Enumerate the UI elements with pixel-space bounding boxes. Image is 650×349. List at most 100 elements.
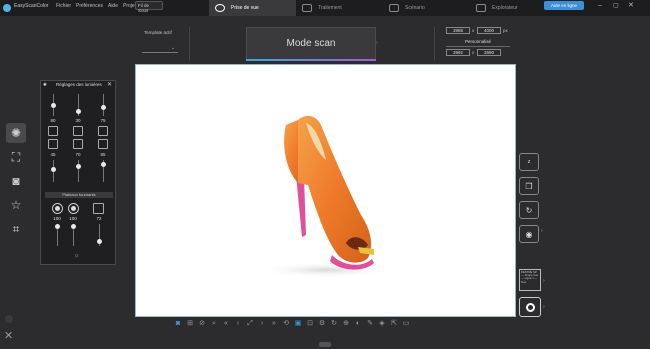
online-help-button[interactable]: Aide en ligne bbox=[544, 1, 584, 10]
rotate-icon: ↻ bbox=[525, 205, 533, 215]
refresh-icon[interactable]: ↻ bbox=[328, 319, 340, 329]
light-button[interactable] bbox=[98, 139, 108, 149]
menu-bar: Fichier Préférences Aide Projets bbox=[56, 3, 139, 9]
menu-item-aide[interactable]: Aide bbox=[108, 3, 118, 9]
zoom-area-icon[interactable]: ⊡ bbox=[304, 319, 316, 329]
crop-tool-icon: ⌗ bbox=[12, 222, 20, 236]
forbidden-icon[interactable]: ⊘ bbox=[196, 319, 208, 329]
slider-thumb[interactable] bbox=[76, 109, 81, 114]
maximize-icon[interactable]: ▢ bbox=[613, 2, 619, 10]
tab-label: Prise de vue bbox=[231, 5, 259, 11]
tab-traitement[interactable]: Traitement bbox=[296, 0, 383, 16]
close-icon[interactable]: ✕ bbox=[107, 81, 112, 88]
turntable-button-2[interactable] bbox=[68, 203, 79, 214]
settings-icon[interactable]: ⚙ bbox=[316, 319, 328, 329]
chevron-right-icon[interactable]: › bbox=[541, 228, 543, 234]
panel-handle[interactable] bbox=[319, 342, 331, 347]
project-select[interactable]: Fil de Sous bbox=[135, 1, 163, 13]
width-input[interactable]: 3988 bbox=[446, 27, 470, 34]
expand-icon[interactable]: ⇱ bbox=[388, 319, 400, 329]
rotate-left-icon[interactable]: ⟲ bbox=[280, 319, 292, 329]
star-icon: ☆ bbox=[10, 198, 22, 212]
capture-mode-button[interactable]: ◉ bbox=[519, 225, 539, 243]
light-button[interactable] bbox=[48, 126, 58, 136]
brush-icon[interactable]: ✎ bbox=[364, 319, 376, 329]
slider-value: 45 bbox=[50, 152, 56, 157]
frame-icon[interactable]: ▣ bbox=[292, 319, 304, 329]
grid-icon[interactable]: ⊞ bbox=[184, 319, 196, 329]
mode-scan-button[interactable]: Mode scan bbox=[246, 27, 376, 60]
menu-item-fichier[interactable]: Fichier bbox=[56, 3, 71, 9]
shoe-image bbox=[256, 115, 396, 278]
label-preview[interactable]: DESTRE SP — Scope Vue — Ligne 1 — Text bbox=[519, 269, 541, 291]
height-input[interactable]: 4000 bbox=[477, 27, 501, 34]
turntable-button-3[interactable] bbox=[93, 203, 104, 214]
width2-input[interactable]: 3992 bbox=[446, 49, 470, 56]
slider-thumb[interactable] bbox=[101, 105, 106, 110]
height2-input[interactable]: 3990 bbox=[477, 49, 501, 56]
chevron-right-icon[interactable]: › bbox=[543, 278, 545, 284]
target-icon[interactable]: ⊕ bbox=[340, 319, 352, 329]
panel-title: Réglages des lumières bbox=[56, 82, 102, 87]
template-label: Template actif bbox=[144, 30, 172, 35]
camera-icon[interactable]: ◙ bbox=[172, 319, 184, 329]
shutter-icon bbox=[525, 302, 535, 312]
first-icon[interactable]: « bbox=[220, 319, 232, 329]
light-button[interactable] bbox=[73, 126, 83, 136]
search-icon[interactable]: ⌕ bbox=[208, 319, 220, 329]
status-icon bbox=[5, 315, 13, 323]
color-icon[interactable]: ◈ bbox=[376, 319, 388, 329]
tab-label: Traitement bbox=[318, 5, 342, 11]
slider-thumb[interactable] bbox=[71, 224, 76, 229]
slider-thumb[interactable] bbox=[101, 162, 106, 167]
camera-icon: ◙ bbox=[12, 174, 20, 188]
sun-icon[interactable]: ☼ bbox=[74, 253, 80, 259]
dot-icon bbox=[71, 206, 76, 211]
light-button[interactable] bbox=[48, 139, 58, 149]
times-sign: x bbox=[472, 50, 475, 55]
template-select[interactable] bbox=[142, 52, 178, 53]
turntable-button-1[interactable] bbox=[52, 203, 63, 214]
slider-value: 75 bbox=[100, 118, 106, 123]
tab-scenario[interactable]: Scénario bbox=[383, 0, 470, 16]
minimize-icon[interactable]: – bbox=[598, 2, 602, 10]
preset-select[interactable]: Personnalisé bbox=[446, 38, 510, 47]
window-icon[interactable]: ▭ bbox=[400, 319, 412, 329]
explorer-icon bbox=[476, 4, 486, 12]
scenario-icon bbox=[389, 4, 399, 12]
zoom-button[interactable]: ᶻ bbox=[519, 153, 539, 171]
contrast-icon[interactable]: ◐ bbox=[352, 319, 364, 329]
bottom-toolbar: ◙ ⊞ ⊘ ⌕ « ‹ ⤢ › » ⟲ ▣ ⊡ ⚙ ↻ ⊕ ◐ ✎ ◈ ⇱ ▭ bbox=[172, 318, 472, 330]
tab-prise-de-vue[interactable]: Prise de vue bbox=[209, 0, 296, 16]
treatment-icon bbox=[302, 4, 312, 12]
dot-icon bbox=[55, 206, 60, 211]
chevron-right-icon[interactable]: › bbox=[543, 304, 545, 310]
light-settings-button[interactable]: ✺ bbox=[6, 123, 26, 143]
slider-thumb[interactable] bbox=[55, 224, 60, 229]
favorites-button[interactable]: ☆ bbox=[6, 195, 26, 215]
light-button[interactable] bbox=[98, 126, 108, 136]
menu-item-preferences[interactable]: Préférences bbox=[76, 3, 103, 9]
fit-icon[interactable]: ⤢ bbox=[244, 319, 256, 329]
rotate-button[interactable]: ↻ bbox=[519, 201, 539, 219]
slider-value: 100 bbox=[69, 216, 77, 221]
next-icon[interactable]: › bbox=[256, 319, 268, 329]
crop-settings-button[interactable]: ⌗ bbox=[6, 219, 26, 239]
light-button[interactable] bbox=[73, 139, 83, 149]
prev-icon[interactable]: ‹ bbox=[232, 319, 244, 329]
slider-thumb[interactable] bbox=[76, 164, 81, 169]
crop-button[interactable]: ⛶ bbox=[6, 147, 26, 167]
slider-thumb[interactable] bbox=[51, 167, 56, 172]
shutter-button[interactable] bbox=[519, 297, 541, 317]
close-icon[interactable]: ✕ bbox=[628, 2, 634, 10]
last-icon[interactable]: » bbox=[268, 319, 280, 329]
slider-thumb[interactable] bbox=[97, 239, 102, 244]
camera-settings-button[interactable]: ◙ bbox=[6, 171, 26, 191]
chevron-down-icon[interactable]: ⌄ bbox=[171, 45, 175, 51]
tab-label: Explorateur bbox=[492, 5, 518, 11]
layers-button[interactable]: ❐ bbox=[519, 177, 539, 195]
slider-thumb[interactable] bbox=[51, 103, 56, 108]
close-icon[interactable]: ✕ bbox=[4, 331, 13, 342]
capture-preview[interactable] bbox=[135, 64, 516, 317]
arrow-icon[interactable]: › bbox=[376, 40, 378, 46]
